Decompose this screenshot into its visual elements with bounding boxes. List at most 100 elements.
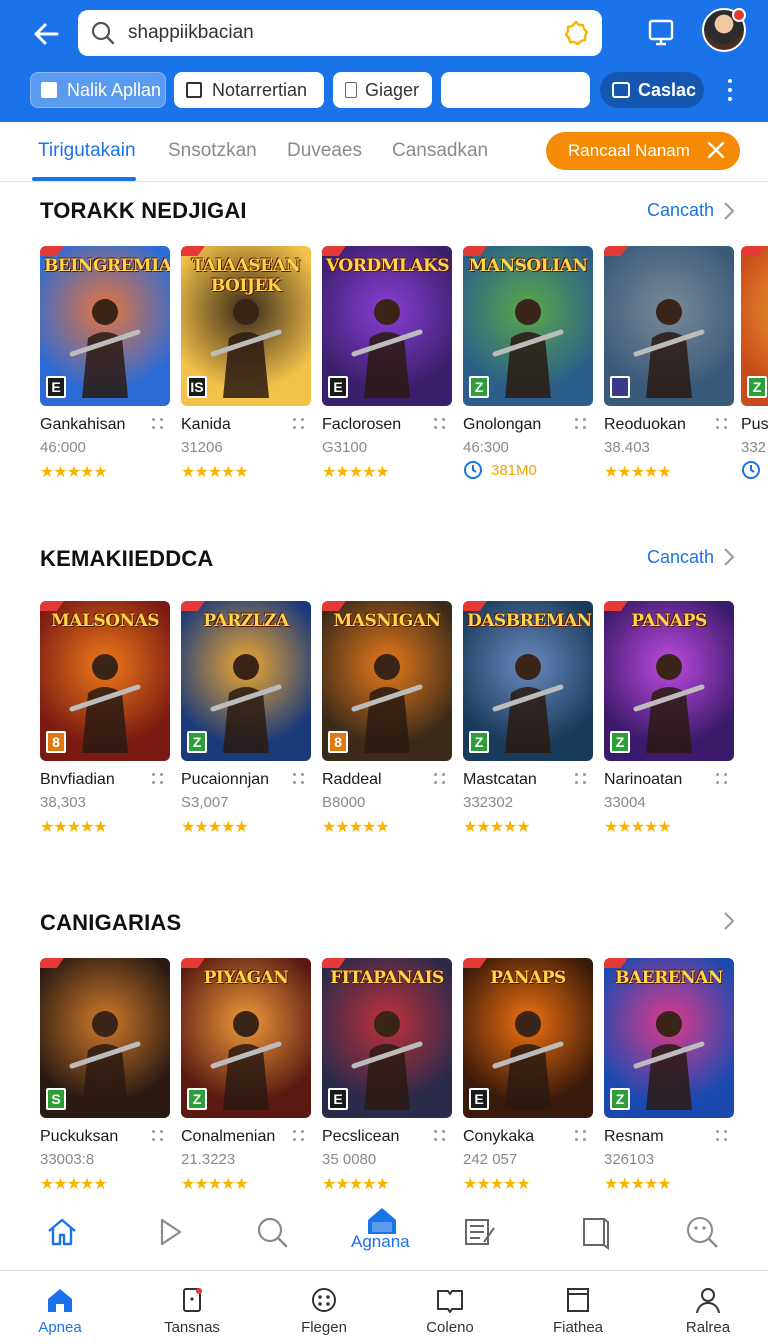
active-tab-indicator [32,177,136,181]
search-input[interactable] [128,22,562,44]
game-thumbnail[interactable]: BAERENAN Z [604,958,734,1118]
quick-action-row: Agnana [0,1204,768,1266]
card-menu-icon[interactable] [152,773,166,787]
filter-chip-3[interactable]: Giager [333,72,432,108]
rating-info: Nalt [741,460,768,480]
download-count: 21.3223 [181,1151,236,1168]
game-thumbnail[interactable]: MASNIGAN 8 [322,601,452,761]
new-tag [322,958,346,968]
smiley-icon [312,1288,336,1312]
game-art-title: VORDMLAKS [326,256,450,276]
more-options-button[interactable] [718,76,742,104]
card-menu-icon[interactable] [575,773,589,787]
filter-chip-4[interactable] [441,72,590,108]
game-name: Resnam [604,1128,664,1145]
game-thumbnail[interactable]: MANSOLIAN Z [463,246,593,406]
card-menu-icon[interactable] [716,773,730,787]
avatar[interactable] [702,8,746,52]
game-card[interactable]: PANAPS Z Narinoatan 33004 ★★★★★ [604,601,734,871]
game-thumbnail[interactable]: PARZLZA Z [181,601,311,761]
game-card[interactable]: PIYAGAN Z Conalmenian 21.3223 ★★★★★ [181,958,311,1228]
character-art [69,654,141,753]
game-card[interactable]: PARZLZA Z Pucaionnjan S3,007 ★★★★★ [181,601,311,871]
card-menu-icon[interactable] [152,1130,166,1144]
game-thumbnail[interactable]: VORDMLAKS E [322,246,452,406]
book-icon[interactable] [578,1214,614,1250]
see-more-link[interactable]: Cancath [647,200,714,221]
card-menu-icon[interactable] [575,1130,589,1144]
tab-1[interactable]: Tirigutakain [38,140,136,162]
card-menu-icon[interactable] [434,1130,448,1144]
game-card[interactable]: DASBREMAN Z Mastcatan 332302 ★★★★★ [463,601,593,871]
game-card[interactable]: VORDMLAKS E Faclorosen G3100 ★★★★★ [322,246,452,516]
game-card[interactable]: MASNIGAN 8 Raddeal B8000 ★★★★★ [322,601,452,871]
game-thumbnail[interactable]: FITAPANAIS E [322,958,452,1118]
home-icon[interactable] [44,1214,80,1250]
tab-3[interactable]: Duveaes [287,140,362,162]
card-menu-icon[interactable] [434,418,448,432]
game-thumbnail[interactable]: DASBREMAN Z [463,601,593,761]
game-card[interactable]: PANAPS E Conykaka 242 057 ★★★★★ [463,958,593,1228]
edit-list-icon[interactable] [462,1214,498,1250]
tab-4[interactable]: Cansadkan [392,140,488,162]
card-menu-icon[interactable] [434,773,448,787]
card-menu-icon[interactable] [575,418,589,432]
search-icon[interactable] [254,1214,290,1250]
badge-icon[interactable] [562,19,590,47]
game-card[interactable]: MALSONAS 8 Bnvfiadian 38,303 ★★★★★ [40,601,170,871]
card-menu-icon[interactable] [716,418,730,432]
icon-row-label[interactable]: Agnana [351,1232,410,1252]
game-thumbnail[interactable]: PANAPS E [463,958,593,1118]
game-card[interactable]: Reoduokan 38.403 ★★★★★ [604,246,734,516]
chevron-right-icon[interactable] [722,910,736,932]
game-card[interactable]: MANSOLIAN Z Gnolongan 46:300 381M0 [463,246,593,516]
card-menu-icon[interactable] [716,1130,730,1144]
game-card[interactable]: S Puckuksan 33003:8 ★★★★★ [40,958,170,1228]
chevron-right-icon[interactable] [722,200,736,222]
nav-item-6[interactable]: Ralrea [660,1281,756,1341]
game-card[interactable]: FITAPANAIS E Pecslicean 35 0080 ★★★★★ [322,958,452,1228]
game-art-title: BAERENAN [615,968,723,988]
filter-chip-2[interactable]: Notarrertian [174,72,324,108]
game-card[interactable]: BAERENAN Z Resnam 326103 ★★★★★ [604,958,734,1228]
search-detail-icon[interactable] [684,1214,720,1250]
game-card[interactable]: Z Pus 332 Nalt [741,246,768,516]
filter-chip-1[interactable]: Nalik Apllan [30,72,166,108]
nav-item-2[interactable]: Tansnas [144,1281,240,1341]
game-thumbnail[interactable]: BEINGREMIAN E [40,246,170,406]
chevron-right-icon[interactable] [722,546,736,568]
download-count: 326103 [604,1151,655,1168]
age-rating-badge: E [328,1088,348,1110]
nav-item-4[interactable]: Coleno [402,1281,498,1341]
game-name: Conykaka [463,1128,535,1145]
nav-item-5[interactable]: Fiathea [530,1281,626,1341]
game-thumbnail[interactable]: S [40,958,170,1118]
filter-chip-primary[interactable]: Caslac [600,72,704,108]
game-card[interactable]: BEINGREMIAN E Gankahisan 46:000 ★★★★★ [40,246,170,516]
close-icon[interactable] [706,140,726,160]
play-icon[interactable] [152,1214,188,1250]
game-thumbnail[interactable]: Z [741,246,768,406]
card-menu-icon[interactable] [293,418,307,432]
promo-button[interactable]: Rancaal Nanam [546,132,740,170]
nav-item-3[interactable]: Flegen [276,1281,372,1341]
card-menu-icon[interactable] [152,418,166,432]
nav-item-home[interactable]: Apnea [12,1281,108,1341]
tab-2[interactable]: Snsotzkan [168,140,257,162]
game-thumbnail[interactable]: PIYAGAN Z [181,958,311,1118]
bottom-navigation: Apnea Tansnas Flegen Coleno Fiathea Ralr… [0,1270,768,1344]
card-menu-icon[interactable] [293,773,307,787]
see-more-link[interactable]: Cancath [647,547,714,568]
game-thumbnail[interactable]: TAIAASEAN BOIJEK IS [181,246,311,406]
search-bar[interactable] [78,10,602,56]
back-button[interactable] [26,14,66,54]
game-thumbnail[interactable]: MALSONAS 8 [40,601,170,761]
card-menu-icon[interactable] [293,1130,307,1144]
cast-icon[interactable] [646,16,678,48]
game-thumbnail[interactable]: PANAPS Z [604,601,734,761]
game-name: Raddeal [322,771,382,788]
character-art [492,1011,564,1110]
game-card[interactable]: TAIAASEAN BOIJEK IS Kanida 31206 ★★★★★ [181,246,311,516]
new-tag [40,246,64,256]
game-thumbnail[interactable] [604,246,734,406]
